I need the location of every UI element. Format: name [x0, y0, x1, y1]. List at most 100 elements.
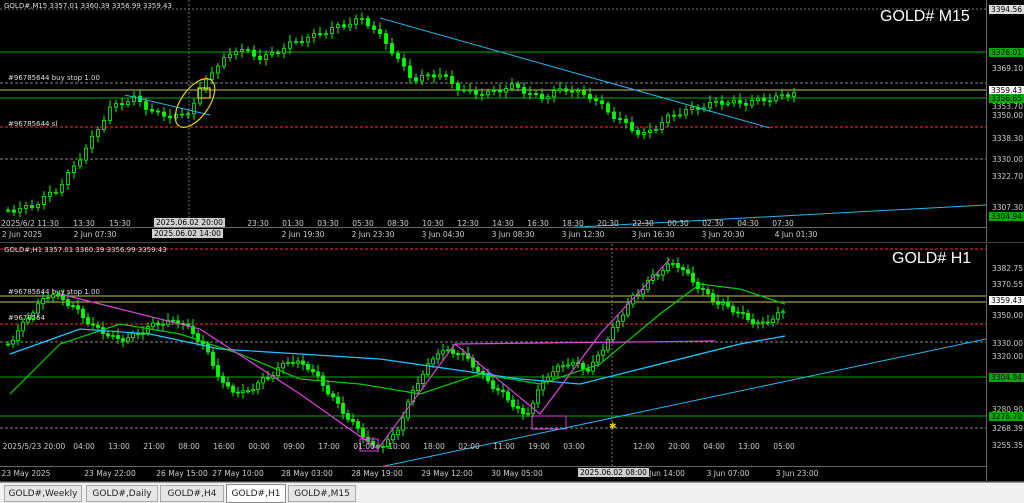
- h1-time-tick: 23 May 2025: [1, 469, 51, 478]
- m15-candle: [474, 89, 478, 95]
- h1-candle: [566, 364, 570, 367]
- h1-candle: [461, 353, 465, 356]
- h1-candle: [596, 354, 600, 363]
- h1-time-tick: 3 Jun 07:00: [706, 469, 750, 478]
- h1-candle: [436, 353, 440, 360]
- m15-candle: [432, 74, 436, 78]
- m15-time-tick: 3 Jun 12:30: [561, 230, 605, 239]
- h1-candle: [451, 349, 455, 354]
- h1-candle: [506, 391, 510, 401]
- h1-candle: [766, 321, 770, 324]
- m15-time-axis[interactable]: 2 Jun 2025 2 Jun 07:30 2 Jun 19:30 2 Jun…: [0, 227, 986, 242]
- h1-candle: [326, 385, 330, 395]
- h1-candle: [251, 389, 255, 392]
- tab-gold-m15[interactable]: GOLD#,M15: [288, 485, 356, 502]
- m15-candle: [414, 77, 418, 82]
- m15-time-tick: 3 Jun 20:30: [701, 230, 745, 239]
- m15-candle: [168, 115, 172, 119]
- h1-candle: [346, 413, 350, 420]
- h1-time-tick: 27 May 10:00: [212, 469, 264, 478]
- h1-candle: [456, 353, 460, 356]
- h1-time-tick: 08:00: [178, 442, 200, 451]
- m15-candle: [78, 159, 82, 167]
- h1-candle: [71, 305, 75, 307]
- m15-candle: [480, 93, 484, 96]
- h1-candle: [106, 333, 110, 337]
- m15-candle: [750, 100, 754, 106]
- m15-candle: [60, 184, 64, 193]
- tab-gold-daily[interactable]: GOLD#,Daily: [86, 485, 158, 502]
- m15-time-tick: 08:30: [387, 219, 409, 228]
- m15-candle: [306, 36, 310, 43]
- h1-candle: [301, 360, 305, 365]
- h1-candle: [226, 382, 230, 387]
- h1-candle: [746, 312, 750, 320]
- h1-candle: [431, 358, 435, 365]
- h1-time-tick: 16:00: [213, 442, 235, 451]
- m15-candle: [258, 55, 262, 60]
- m15-symbol-title: GOLD# M15: [880, 8, 970, 25]
- m15-time-tick: 2 Jun 07:30: [73, 230, 117, 239]
- m15-candle: [36, 204, 40, 208]
- h1-candle: [96, 324, 100, 328]
- h1-time-axis[interactable]: 23 May 2025 23 May 22:00 26 May 15:00 27…: [0, 466, 986, 481]
- h1-chart-pane[interactable]: ✱ GOLD#,H1 3357.01 3360.39 3356.99 3359.…: [0, 244, 1024, 482]
- m15-price-tick: 3353.70: [991, 102, 1023, 111]
- h1-inner-time-row: 2025/5/23 20:00 04:00 13:00 21:00 08:00 …: [0, 440, 986, 451]
- h1-candle: [681, 267, 685, 271]
- m15-price-level: 3376.01: [988, 48, 1024, 57]
- h1-candle: [536, 389, 540, 404]
- h1-candle: [311, 368, 315, 373]
- m15-candle: [684, 109, 688, 116]
- h1-candle: [716, 300, 720, 305]
- h1-price-axis[interactable]: 3382.75 3370.55 3359.43 3350.00 3330.00 …: [986, 244, 1024, 481]
- h1-candle: [261, 377, 265, 384]
- m15-candle: [708, 101, 712, 109]
- tab-gold-h1[interactable]: GOLD#,H1: [226, 484, 286, 503]
- tab-gold-h4[interactable]: GOLD#,H4: [160, 485, 224, 502]
- m15-candle: [348, 23, 352, 28]
- m15-candle: [522, 87, 526, 94]
- m15-candle: [336, 24, 340, 28]
- m15-candle: [354, 18, 358, 25]
- m15-time-tick: 10:30: [422, 219, 444, 228]
- m15-candle: [720, 100, 724, 105]
- h1-candle: [36, 303, 40, 314]
- h1-candle: [556, 365, 560, 373]
- m15-candle: [588, 94, 592, 100]
- m15-candle: [84, 147, 88, 161]
- h1-candle: [616, 320, 620, 328]
- m15-candle: [756, 97, 760, 101]
- m15-candle: [438, 74, 442, 78]
- h1-time-tick: 28 May 03:00: [281, 469, 333, 478]
- m15-chart-pane[interactable]: GOLD#,M15 3357.01 3360.39 3356.99 3359.4…: [0, 0, 1024, 243]
- m15-time-tick: 2025/6/2 11:30: [1, 219, 59, 228]
- m15-candle: [714, 100, 718, 103]
- h1-price-level: 3304.94: [988, 373, 1024, 382]
- h1-candle: [46, 297, 50, 300]
- m15-sl-label: #96785644 sl: [8, 120, 58, 128]
- h1-time-tick: 19:00: [528, 442, 550, 451]
- h1-candle: [211, 351, 215, 366]
- h1-candle: [731, 305, 735, 313]
- m15-candle: [102, 120, 106, 130]
- m15-candle: [198, 88, 202, 104]
- h1-zigzag-box: [531, 415, 567, 430]
- h1-candle: [641, 289, 645, 295]
- m15-candle: [774, 95, 778, 102]
- m15-candle: [252, 49, 256, 57]
- h1-candle: [291, 361, 295, 364]
- h1-candle: [341, 402, 345, 414]
- tab-gold-weekly[interactable]: GOLD#,Weekly: [4, 485, 82, 502]
- m15-candle: [96, 129, 100, 137]
- h1-candle: [236, 391, 240, 394]
- m15-price-axis[interactable]: 3394.56 3376.01 3369.10 3359.43 3356.65 …: [986, 0, 1024, 242]
- m15-price-chart[interactable]: [0, 0, 986, 228]
- h1-candle: [351, 418, 355, 423]
- m15-candle: [372, 25, 376, 30]
- m15-candle: [390, 43, 394, 54]
- h1-price-chart[interactable]: ✱: [0, 244, 986, 467]
- m15-time-tick: 3 Jun 08:30: [491, 230, 535, 239]
- h1-candle: [391, 434, 395, 441]
- m15-candle: [120, 103, 124, 106]
